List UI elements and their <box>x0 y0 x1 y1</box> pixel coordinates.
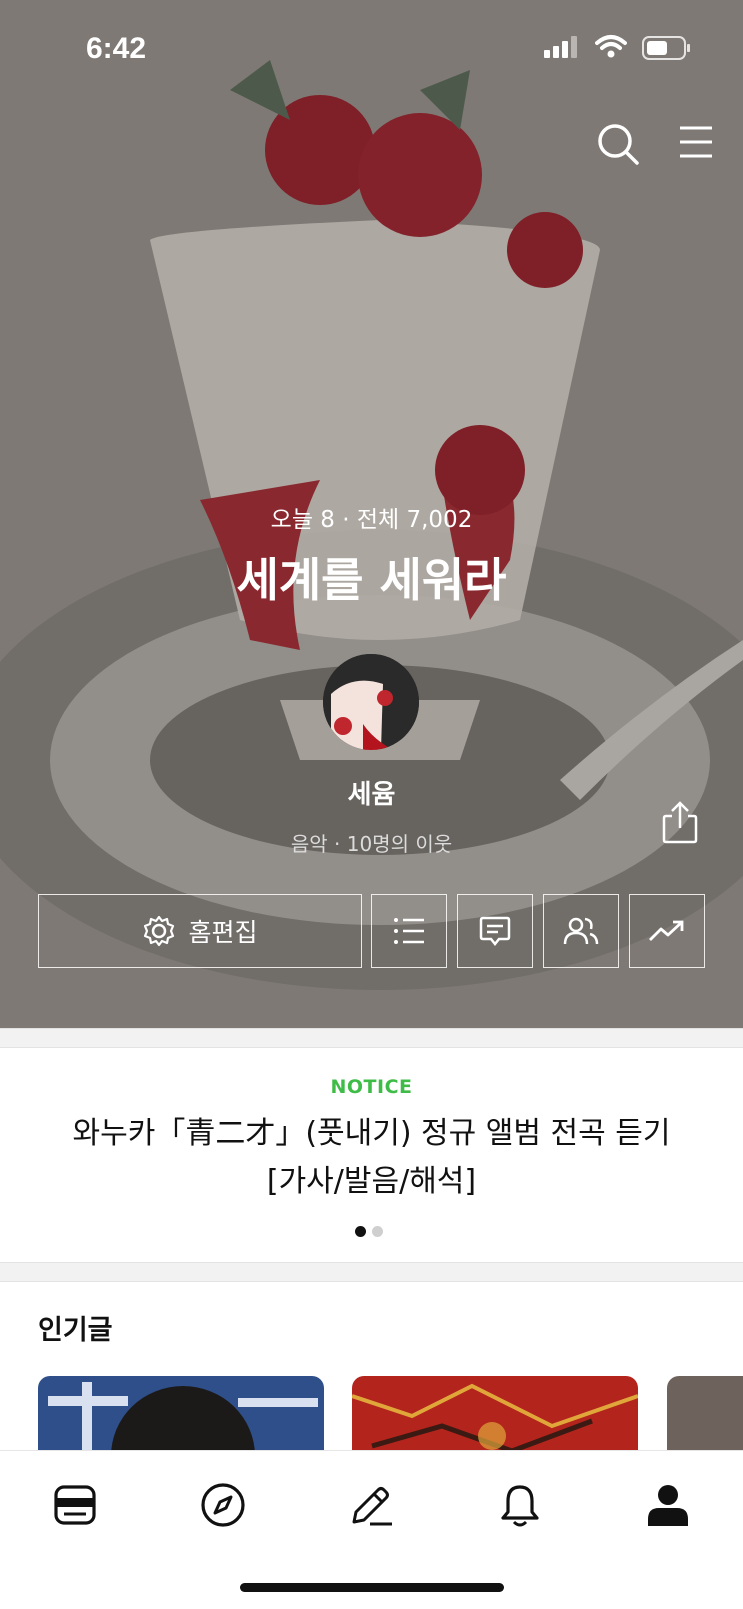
battery-icon <box>642 36 690 60</box>
avatar[interactable] <box>323 654 419 750</box>
blog-cover: 6:42 오늘 8 · 전체 7,002 세계를 세워라 세윰 음악 · 10명… <box>0 0 743 1028</box>
comment-icon <box>479 916 511 947</box>
popular-posts-heading: 인기글 <box>38 1315 113 1346</box>
home-indicator <box>240 1583 504 1592</box>
post-thumbnail <box>352 1376 638 1456</box>
popular-post-card[interactable] <box>38 1376 324 1456</box>
edit-home-button[interactable]: 홈편집 <box>38 894 362 968</box>
popular-post-card[interactable] <box>352 1376 638 1456</box>
search-icon[interactable] <box>596 122 640 166</box>
signal-icon <box>544 36 577 58</box>
post-list-button[interactable] <box>371 894 447 968</box>
page-dot <box>372 1226 383 1237</box>
post-thumbnail <box>667 1376 743 1456</box>
pencil-icon <box>352 1487 392 1526</box>
post-thumbnail <box>38 1376 324 1456</box>
status-bar: 6:42 <box>0 30 743 70</box>
list-icon <box>394 918 424 944</box>
feed-icon <box>54 1485 96 1525</box>
guestbook-button[interactable] <box>457 894 533 968</box>
edit-home-label: 홈편집 <box>188 918 258 947</box>
notice-post-title[interactable]: 와누카「青二才」(풋내기) 정규 앨범 전곡 듣기 [가사/발음/해석] <box>60 1110 683 1206</box>
tab-notifications[interactable] <box>490 1475 550 1535</box>
notice-label: NOTICE <box>330 1076 413 1098</box>
share-icon[interactable] <box>660 800 700 846</box>
tab-explore[interactable] <box>193 1475 253 1535</box>
blog-title: 세계를 세워라 <box>236 553 507 607</box>
tab-my-blog[interactable] <box>638 1475 698 1535</box>
status-time: 6:42 <box>86 32 147 65</box>
section-divider <box>0 1028 743 1048</box>
profile-meta: 음악 · 10명의 이웃 <box>290 832 453 856</box>
trend-icon <box>649 920 684 941</box>
visitor-stats: 오늘 8 · 전체 7,002 <box>270 507 473 533</box>
neighbors-button[interactable] <box>543 894 619 968</box>
people-icon <box>563 917 599 945</box>
page-dot-active <box>355 1226 366 1237</box>
compass-icon <box>201 1483 245 1527</box>
tab-feed[interactable] <box>45 1475 105 1535</box>
stats-button[interactable] <box>629 894 705 968</box>
carousel-pagination <box>355 1222 389 1241</box>
bell-icon <box>501 1485 539 1527</box>
popular-post-card[interactable] <box>667 1376 743 1456</box>
profile-icon <box>648 1485 688 1526</box>
tab-write[interactable] <box>341 1475 401 1535</box>
profile-name: 세윰 <box>347 780 396 810</box>
wifi-icon <box>595 35 627 58</box>
menu-icon[interactable] <box>678 124 714 160</box>
section-divider <box>0 1262 743 1282</box>
gear-icon <box>144 915 175 947</box>
